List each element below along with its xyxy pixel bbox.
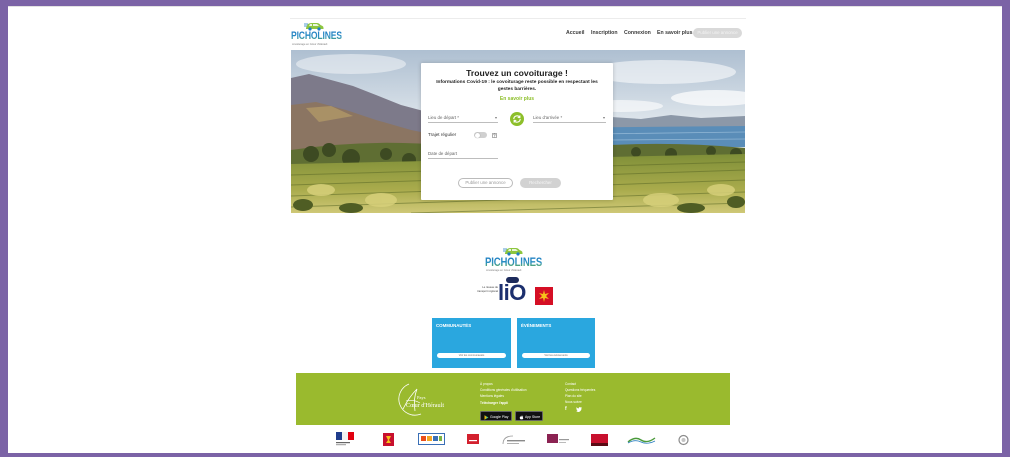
regular-trip-label: Trajet régulier — [428, 132, 457, 137]
circle-partner-logo — [678, 434, 689, 446]
more-info-link[interactable]: En savoir plus — [421, 96, 613, 103]
search-card: Trouvez un covoiturage ! Informations Co… — [421, 63, 613, 200]
occitanie-logo[interactable] — [535, 287, 553, 305]
departure-select[interactable]: Lieu de départ * — [428, 113, 498, 123]
lio-caption: Le réseau de transport régional — [477, 286, 498, 293]
browser-frame: PICHOLINES covoiturage en Cœur d'Hérault… — [0, 0, 1010, 457]
communities-tile[interactable]: COMMUNAUTÉS Voir les communautés — [432, 318, 511, 368]
date-placeholder: Date de départ — [428, 151, 458, 156]
pays-coeur-herault-logo[interactable]: Pays Cœur d'Hérault — [395, 381, 459, 419]
tile-title: ÉVÈNEMENTS — [521, 323, 552, 328]
footer-link: Télécharger l'appli — [480, 401, 509, 405]
app-store-label: App Store — [525, 415, 541, 419]
header-logo[interactable]: PICHOLINES covoiturage en Cœur d'Hérault — [291, 21, 347, 46]
nav-en-savoir-plus[interactable]: En savoir plus — [657, 30, 692, 37]
republique-francaise-logo — [336, 432, 354, 446]
nav-accueil[interactable]: Accueil — [566, 30, 584, 37]
lio-logo[interactable]: liO — [498, 281, 526, 305]
google-play-icon — [484, 414, 488, 420]
logo-text: PICHOLINES — [291, 30, 342, 42]
search-button[interactable]: Rechercher — [520, 178, 561, 188]
nav-connexion[interactable]: Connexion — [624, 30, 651, 37]
header-top-divider — [290, 18, 746, 19]
maroon-partner-logo — [547, 434, 569, 443]
logo-tagline: covoiturage en Cœur d'Hérault — [292, 43, 328, 46]
arrival-placeholder: Lieu d'arrivée * — [533, 115, 563, 120]
footer-link[interactable]: Mentions légales — [480, 393, 504, 399]
regular-trip-toggle[interactable] — [474, 132, 487, 138]
twitter-icon[interactable] — [576, 407, 582, 412]
departure-placeholder: Lieu de départ * — [428, 115, 460, 120]
search-card-title: Trouvez un covoiturage ! — [466, 68, 568, 78]
google-play-badge[interactable]: Google Play — [480, 411, 512, 421]
arrival-select[interactable]: Lieu d'arrivée * — [533, 113, 606, 123]
covid-notice: Informations Covid-19 : le covoiturage r… — [436, 80, 598, 92]
footer-brand-logo[interactable]: PICHOLINES covoiturage en Cœur d'Hérault — [484, 246, 546, 274]
header-publish-button[interactable]: Publier une annonce — [693, 28, 742, 38]
pezenas-logo — [502, 435, 525, 445]
see-communities-button[interactable]: Voir les communautés — [437, 353, 506, 358]
toggle-knob — [474, 132, 480, 138]
nav-inscription[interactable]: Inscription — [591, 30, 618, 37]
app-store-badge[interactable]: App Store — [515, 411, 543, 421]
footer-band — [296, 373, 730, 425]
chevron-down-icon — [603, 117, 605, 119]
swap-icon[interactable] — [510, 112, 524, 126]
tile-title: COMMUNAUTÉS — [436, 323, 472, 328]
google-play-label: Google Play — [490, 415, 509, 419]
footer-link: Nous suivre — [565, 400, 582, 404]
pays-logo-name: Cœur d'Hérault — [406, 402, 444, 409]
vivre-logo — [418, 433, 445, 445]
facebook-icon[interactable]: f — [565, 406, 567, 412]
apple-icon — [519, 414, 523, 419]
pays-logo-small: Pays — [417, 395, 426, 400]
publish-offer-button[interactable]: Publier une annonce — [458, 178, 513, 188]
red-partner-logo — [467, 434, 479, 444]
region-red-logo — [591, 434, 608, 446]
vallee-herault-logo — [627, 437, 656, 444]
chevron-down-icon — [495, 117, 497, 119]
help-icon[interactable] — [492, 132, 497, 138]
events-tile[interactable]: ÉVÈNEMENTS Voir les évènements — [517, 318, 595, 368]
logo-text: PICHOLINES — [485, 255, 543, 269]
herault-logo — [383, 433, 394, 446]
departure-date-input[interactable]: Date de départ — [428, 149, 498, 159]
see-events-button[interactable]: Voir les évènements — [522, 353, 590, 358]
logo-tagline: covoiturage en Cœur d'Hérault — [486, 269, 522, 272]
